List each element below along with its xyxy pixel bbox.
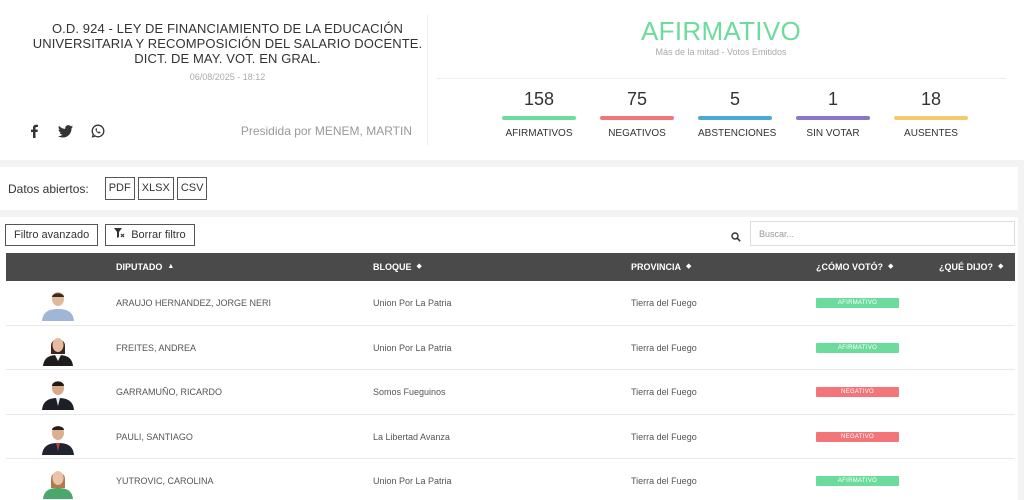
deputies-table: DIPUTADO ▲ BLOQUE ◆ PROVINCIA ◆ ¿CÓMO VO…: [6, 253, 1015, 500]
column-header-bloque[interactable]: BLOQUE ◆: [373, 253, 422, 281]
share-bar: [28, 124, 105, 138]
clear-filter-icon: [114, 228, 125, 242]
section-separator: [0, 210, 1024, 217]
deputy-provincia: Tierra del Fuego: [631, 431, 697, 442]
sort-icon: ◆: [416, 263, 422, 270]
vote-detail-page: O.D. 924 - LEY DE FINANCIAMIENTO DE LA E…: [0, 0, 1024, 500]
count-value: 1: [827, 89, 838, 109]
deputy-provincia: Tierra del Fuego: [631, 342, 697, 353]
deputy-provincia: Tierra del Fuego: [631, 476, 697, 487]
column-header-diputado[interactable]: DIPUTADO ▲: [116, 253, 174, 281]
download-csv-button[interactable]: CSV: [176, 177, 208, 200]
column-label: BLOQUE: [373, 262, 412, 272]
column-label: PROVINCIA: [631, 262, 682, 272]
count-bar: [894, 116, 968, 120]
column-label: ¿CÓMO VOTÓ?: [816, 262, 883, 272]
column-label: DIPUTADO: [116, 262, 163, 272]
count-label: AUSENTES: [904, 128, 958, 139]
deputy-bloque: Somos Fueguinos: [373, 387, 446, 398]
count-value: 5: [729, 89, 740, 109]
open-data-label: Datos abiertos:: [8, 181, 89, 196]
count-afirmativos: 158 AFIRMATIVOS: [502, 88, 576, 139]
count-bar: [502, 116, 576, 120]
whatsapp-icon[interactable]: [91, 124, 105, 138]
vote-badge: AFIRMATIVO: [816, 342, 899, 353]
deputy-name: YUTROVIC, CAROLINA: [116, 476, 214, 487]
column-header-como-voto[interactable]: ¿CÓMO VOTÓ? ◆: [816, 253, 893, 281]
count-value: 18: [920, 89, 942, 109]
deputy-photo: [40, 467, 76, 500]
vote-result: AFIRMATIVO: [641, 16, 801, 46]
count-label: AFIRMATIVOS: [505, 128, 573, 139]
count-bar: [698, 116, 772, 120]
sort-icon: ◆: [686, 263, 692, 270]
clear-filter-label: Borrar filtro: [131, 229, 186, 241]
deputy-provincia: Tierra del Fuego: [631, 298, 697, 308]
table-row[interactable]: PAULI, SANTIAGO La Libertad Avanza Tierr…: [6, 414, 1015, 460]
download-xlsx-button[interactable]: XLSX: [137, 177, 174, 200]
deputy-provincia: Tierra del Fuego: [631, 387, 697, 398]
advanced-filter-label: Filtro avanzado: [14, 229, 90, 241]
deputy-bloque: Union Por La Patria: [373, 342, 452, 353]
facebook-icon[interactable]: [28, 124, 40, 138]
count-ausentes: 18 AUSENTES: [894, 88, 968, 139]
search-icon: [731, 229, 741, 247]
vote-header: O.D. 924 - LEY DE FINANCIAMIENTO DE LA E…: [0, 0, 1024, 160]
twitter-icon[interactable]: [58, 124, 73, 138]
open-data-bar: Datos abiertos: PDF XLSX CSV: [8, 177, 210, 200]
count-sin-votar: 1 SIN VOTAR: [796, 88, 870, 139]
count-bar: [796, 116, 870, 120]
download-pdf-button[interactable]: PDF: [104, 177, 135, 200]
count-label: SIN VOTAR: [806, 128, 860, 139]
vote-badge: AFIRMATIVO: [816, 476, 899, 487]
count-value: 75: [626, 89, 648, 109]
section-separator: [0, 160, 1024, 167]
deputy-name: PAULI, SANTIAGO: [116, 431, 193, 442]
deputy-bloque: Union Por La Patria: [373, 476, 452, 487]
sort-ascending-icon: ▲: [167, 263, 175, 270]
right-gutter: [1018, 160, 1024, 500]
filter-bar: Filtro avanzado Borrar filtro: [5, 224, 195, 246]
vote-badge: NEGATIVO: [816, 431, 899, 442]
table-row[interactable]: GARRAMUÑO, RICARDO Somos Fueguinos Tierr…: [6, 370, 1015, 415]
sort-icon: ◆: [998, 263, 1004, 270]
count-negativos: 75 NEGATIVOS: [600, 88, 674, 139]
deputy-bloque: Union Por La Patria: [373, 298, 452, 308]
count-abstenciones: 5 ABSTENCIONES: [698, 88, 777, 139]
count-label: ABSTENCIONES: [698, 128, 777, 139]
table-row[interactable]: ARAUJO HERNANDEZ, JORGE NERI Union Por L…: [6, 281, 1015, 326]
vote-info-panel: O.D. 924 - LEY DE FINANCIAMIENTO DE LA E…: [0, 0, 427, 160]
count-bar: [600, 116, 674, 120]
clear-filter-button[interactable]: Borrar filtro: [105, 224, 195, 246]
column-header-provincia[interactable]: PROVINCIA ◆: [631, 253, 691, 281]
deputy-bloque: La Libertad Avanza: [373, 431, 450, 442]
column-header-que-dijo[interactable]: ¿QUÉ DIJO? ◆: [939, 253, 1003, 281]
advanced-filter-button[interactable]: Filtro avanzado: [5, 224, 99, 246]
search-input[interactable]: [750, 221, 1015, 246]
vote-result-rule: Más de la mitad - Votos Emitidos: [655, 47, 787, 57]
column-label: ¿QUÉ DIJO?: [939, 262, 994, 272]
table-row[interactable]: FREITES, ANDREA Union Por La Patria Tier…: [6, 325, 1015, 371]
count-label: NEGATIVOS: [608, 128, 666, 139]
result-divider: [436, 78, 1006, 79]
deputy-name: ARAUJO HERNANDEZ, JORGE NERI: [116, 298, 272, 308]
sort-icon: ◆: [888, 263, 894, 270]
deputy-photo: [40, 334, 76, 366]
header-divider: [427, 14, 428, 146]
deputy-name: GARRAMUÑO, RICARDO: [116, 387, 223, 398]
table-header: DIPUTADO ▲ BLOQUE ◆ PROVINCIA ◆ ¿CÓMO VO…: [6, 253, 1015, 281]
vote-badge: AFIRMATIVO: [816, 298, 899, 308]
deputy-name: FREITES, ANDREA: [116, 342, 197, 353]
vote-date: 06/08/2025 - 18:12: [189, 72, 266, 82]
law-title: O.D. 924 - LEY DE FINANCIAMIENTO DE LA E…: [32, 21, 423, 66]
table-row[interactable]: YUTROVIC, CAROLINA Union Por La Patria T…: [6, 459, 1015, 500]
count-value: 158: [523, 89, 555, 109]
presided-by: Presidida por MENEM, MARTIN: [240, 124, 412, 138]
vote-badge: NEGATIVO: [816, 387, 899, 398]
deputy-photo: [40, 378, 76, 411]
deputy-photo: [40, 289, 76, 321]
deputy-photo: [40, 423, 76, 455]
